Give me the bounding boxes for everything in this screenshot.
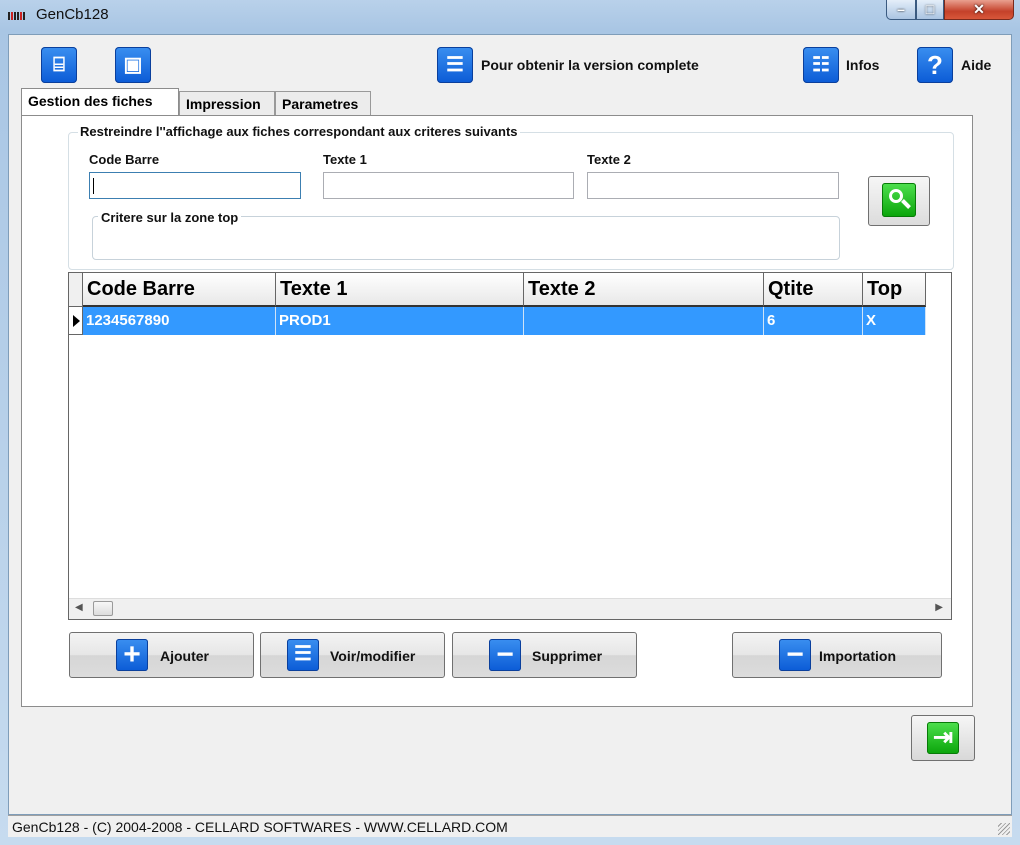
window-title: GenCb128 xyxy=(36,6,109,23)
upgrade-button[interactable]: ☰ xyxy=(437,47,473,83)
title-bar[interactable]: GenCb128 – □ ✕ xyxy=(0,0,1020,30)
voir-modifier-label: Voir/modifier xyxy=(330,648,416,664)
maximize-button[interactable]: □ xyxy=(916,0,944,20)
search-button[interactable] xyxy=(868,176,930,226)
app-window: GenCb128 – □ ✕ ⌸ ▣ ☰ Pour obtenir la ver… xyxy=(0,0,1020,845)
cell-qtite[interactable]: 6 xyxy=(764,307,863,335)
close-button[interactable]: ✕ xyxy=(944,0,1014,20)
cell-top[interactable]: X xyxy=(863,307,926,335)
column-header-texte1[interactable]: Texte 1 xyxy=(276,273,524,307)
open-folder-icon: ⌸ xyxy=(53,54,65,76)
search-icon xyxy=(882,183,916,217)
scroll-right-icon[interactable]: ▶ xyxy=(935,602,943,613)
infos-icon: ☷ xyxy=(812,54,830,76)
horizontal-scrollbar[interactable]: ◀ ▶ xyxy=(69,598,951,619)
list-icon: ☰ xyxy=(287,639,319,671)
client-area: ⌸ ▣ ☰ Pour obtenir la version complete ☷… xyxy=(8,34,1012,815)
infos-button[interactable]: ☷ xyxy=(803,47,839,83)
barcode-app-icon xyxy=(8,12,30,20)
texte1-label: Texte 1 xyxy=(323,152,367,167)
importation-label: Importation xyxy=(819,648,896,664)
cell-texte2[interactable] xyxy=(524,307,764,335)
column-header-qtite[interactable]: Qtite xyxy=(764,273,863,307)
save-icon: ▣ xyxy=(123,54,143,76)
import-icon: − xyxy=(779,639,811,671)
texte2-input[interactable] xyxy=(587,172,839,199)
minimize-icon: – xyxy=(897,1,905,17)
zone-top-title: Critere sur la zone top xyxy=(98,210,242,225)
upgrade-icon: ☰ xyxy=(446,54,464,76)
upgrade-label[interactable]: Pour obtenir la version complete xyxy=(481,57,699,73)
minus-icon: − xyxy=(489,639,521,671)
plus-icon: + xyxy=(116,639,148,671)
help-icon: ? xyxy=(927,50,943,80)
texte1-input[interactable] xyxy=(323,172,574,199)
code-barre-input[interactable] xyxy=(89,172,301,199)
maximize-icon: □ xyxy=(925,1,935,17)
header-row-selector xyxy=(69,273,83,307)
scrollbar-thumb[interactable] xyxy=(93,601,113,616)
help-label[interactable]: Aide xyxy=(961,57,991,73)
cell-code-barre[interactable]: 1234567890 xyxy=(83,307,276,335)
code-barre-label: Code Barre xyxy=(89,152,160,167)
column-header-texte2[interactable]: Texte 2 xyxy=(524,273,764,307)
help-button[interactable]: ? xyxy=(917,47,953,83)
importation-button[interactable]: − Importation xyxy=(732,632,942,678)
tab-gestion-des-fiches[interactable]: Gestion des fiches xyxy=(21,88,179,115)
filter-group-title: Restreindre l''affichage aux fiches corr… xyxy=(78,124,520,139)
minimize-button[interactable]: – xyxy=(886,0,916,20)
text-caret xyxy=(93,178,94,194)
records-grid[interactable]: Code Barre Texte 1 Texte 2 Qtite Top 123… xyxy=(68,272,952,620)
save-button[interactable]: ▣ xyxy=(115,47,151,83)
resize-grip[interactable] xyxy=(998,823,1010,835)
texte2-label: Texte 2 xyxy=(587,152,631,167)
open-folder-button[interactable]: ⌸ xyxy=(41,47,77,83)
infos-label[interactable]: Infos xyxy=(846,57,879,73)
status-bar: GenCb128 - (C) 2004-2008 - CELLARD SOFTW… xyxy=(8,815,1012,837)
cell-texte1[interactable]: PROD1 xyxy=(276,307,524,335)
supprimer-label: Supprimer xyxy=(532,648,603,664)
exit-button[interactable]: ⇥ xyxy=(911,715,975,761)
supprimer-button[interactable]: − Supprimer xyxy=(452,632,637,678)
voir-modifier-button[interactable]: ☰ Voir/modifier xyxy=(260,632,445,678)
column-header-code-barre[interactable]: Code Barre xyxy=(83,273,276,307)
exit-door-icon: ⇥ xyxy=(927,722,959,754)
close-icon: ✕ xyxy=(973,1,985,17)
ajouter-label: Ajouter xyxy=(160,648,209,664)
tab-panel: Restreindre l''affichage aux fiches corr… xyxy=(21,115,973,707)
row-selector[interactable] xyxy=(69,307,83,335)
tab-parametres[interactable]: Parametres xyxy=(275,91,371,115)
status-text: GenCb128 - (C) 2004-2008 - CELLARD SOFTW… xyxy=(12,819,508,835)
current-row-arrow-icon xyxy=(73,315,80,327)
tab-impression[interactable]: Impression xyxy=(179,91,275,115)
ajouter-button[interactable]: + Ajouter xyxy=(69,632,254,678)
column-header-top[interactable]: Top xyxy=(863,273,926,307)
scroll-left-icon[interactable]: ◀ xyxy=(75,602,83,613)
